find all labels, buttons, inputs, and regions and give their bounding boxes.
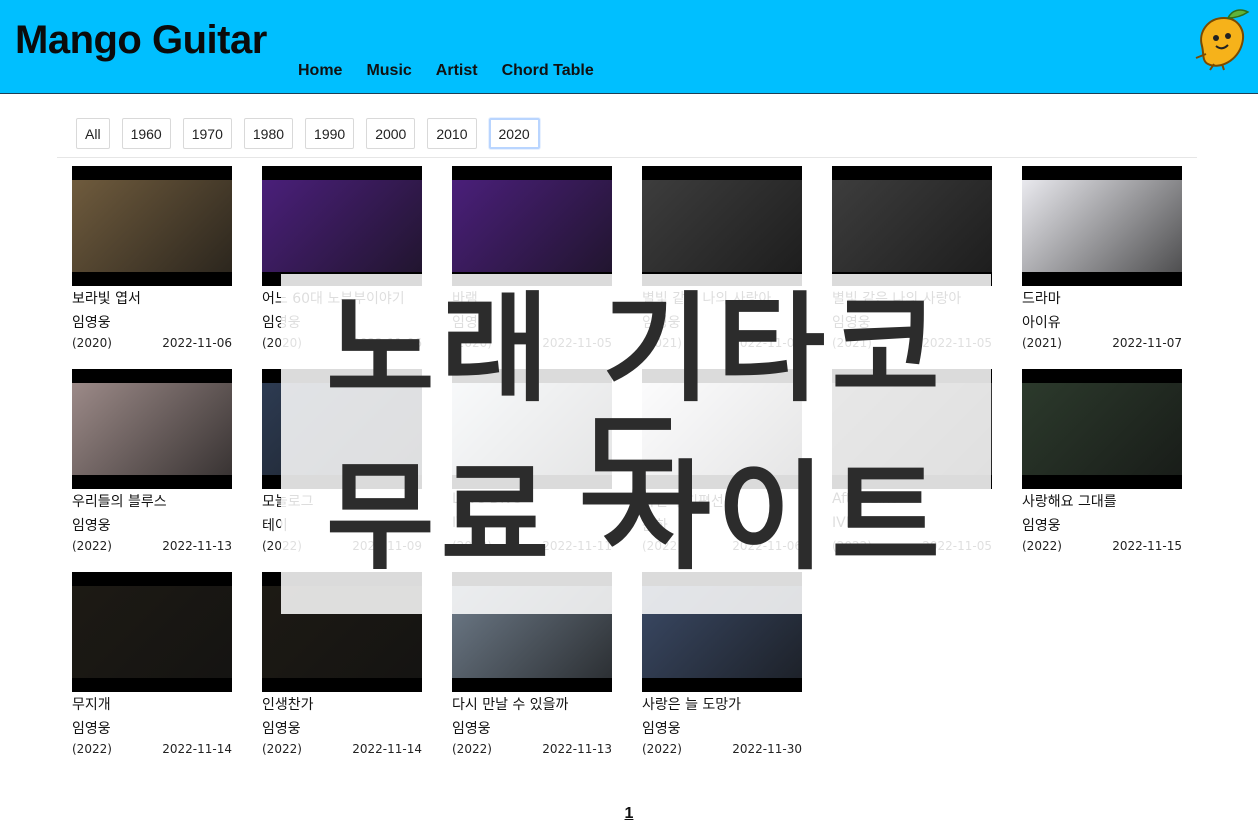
brand-title[interactable]: Mango Guitar (15, 18, 267, 63)
song-title[interactable]: 우리들의 블루스 (72, 491, 167, 511)
filter-2020[interactable]: 2020 (488, 118, 540, 149)
song-thumbnail[interactable] (72, 572, 232, 692)
song-thumbnail[interactable] (452, 166, 612, 286)
filter-1980[interactable]: 1980 (243, 118, 294, 149)
song-date: 2022-11-13 (542, 742, 612, 756)
song-thumbnail[interactable] (262, 166, 422, 286)
song-year: (2020) (72, 336, 112, 350)
thumbnail-image (1022, 180, 1182, 272)
filter-1990[interactable]: 1990 (305, 118, 355, 149)
song-meta: (2022) 2022-11-13 (72, 539, 232, 553)
song-thumbnail[interactable] (832, 166, 992, 286)
song-card[interactable]: 무지개임영웅 (2022) 2022-11-14 (72, 572, 232, 762)
song-artist[interactable]: 임영웅 (642, 718, 681, 738)
song-thumbnail[interactable] (72, 369, 232, 489)
song-year: (2022) (72, 742, 112, 756)
song-thumbnail[interactable] (1022, 166, 1182, 286)
thumbnail-image (1022, 383, 1182, 475)
song-year: (2022) (452, 742, 492, 756)
song-date: 2022-11-14 (162, 742, 232, 756)
song-title[interactable]: 무지개 (72, 694, 111, 714)
site-header: Mango Guitar Home Music Artist Chord Tab… (0, 0, 1258, 94)
promo-line-2: 무료 사이트 (326, 448, 946, 586)
song-artist[interactable]: 임영웅 (262, 718, 301, 738)
song-artist[interactable]: 아이유 (1022, 312, 1061, 332)
song-meta: (2022) 2022-11-14 (72, 742, 232, 756)
song-card[interactable]: 드라마아이유 (2021) 2022-11-07 (1022, 166, 1182, 356)
song-date: 2022-11-30 (732, 742, 802, 756)
thumbnail-image (72, 180, 232, 272)
thumbnail-image (72, 383, 232, 475)
song-title[interactable]: 드라마 (1022, 288, 1061, 308)
filter-1960[interactable]: 1960 (121, 118, 171, 149)
song-artist[interactable]: 임영웅 (72, 312, 111, 332)
song-year: (2022) (1022, 539, 1062, 553)
nav-chord-table[interactable]: Chord Table (502, 62, 594, 80)
promo-overlay: 노래 기타코드 무료 사이트 (281, 274, 991, 614)
song-title[interactable]: 보라빛 엽서 (72, 288, 141, 308)
nav-home[interactable]: Home (298, 62, 342, 80)
page-1-link[interactable]: 1 (625, 805, 634, 822)
song-date: 2022-11-06 (162, 336, 232, 350)
filter-1970[interactable]: 1970 (182, 118, 232, 149)
filter-2000[interactable]: 2000 (366, 118, 416, 149)
thumbnail-image (452, 180, 612, 272)
song-card[interactable]: 보라빛 엽서임영웅 (2020) 2022-11-06 (72, 166, 232, 356)
song-meta: (2022) 2022-11-15 (1022, 539, 1182, 553)
song-date: 2022-11-14 (352, 742, 422, 756)
song-title[interactable]: 다시 만날 수 있을까 (452, 694, 568, 714)
song-year: (2021) (1022, 336, 1062, 350)
thumbnail-image (642, 180, 802, 272)
song-year: (2022) (262, 742, 302, 756)
song-date: 2022-11-15 (1112, 539, 1182, 553)
main-nav: Home Music Artist Chord Table (298, 62, 594, 80)
filter-2010[interactable]: 2010 (427, 118, 477, 149)
song-artist[interactable]: 임영웅 (1022, 515, 1061, 535)
thumbnail-image (72, 586, 232, 678)
song-artist[interactable]: 임영웅 (72, 515, 111, 535)
song-title[interactable]: 인생찬가 (262, 694, 314, 714)
song-title[interactable]: 사랑은 늘 도망가 (642, 694, 741, 714)
song-artist[interactable]: 임영웅 (452, 718, 491, 738)
song-year: (2022) (642, 742, 682, 756)
thumbnail-image (832, 180, 992, 272)
mango-mascot-icon[interactable] (1188, 6, 1252, 72)
pagination: 1 (0, 803, 1258, 823)
song-meta: (2021) 2022-11-07 (1022, 336, 1182, 350)
song-year: (2022) (72, 539, 112, 553)
nav-music[interactable]: Music (366, 62, 411, 80)
song-date: 2022-11-07 (1112, 336, 1182, 350)
song-meta: (2022) 2022-11-30 (642, 742, 802, 756)
song-thumbnail[interactable] (642, 166, 802, 286)
song-thumbnail[interactable] (1022, 369, 1182, 489)
song-meta: (2022) 2022-11-13 (452, 742, 612, 756)
thumbnail-image (262, 180, 422, 272)
filter-all[interactable]: All (76, 118, 110, 149)
decade-filters: All 1960 1970 1980 1990 2000 2010 2020 (76, 118, 540, 149)
song-thumbnail[interactable] (72, 166, 232, 286)
song-date: 2022-11-13 (162, 539, 232, 553)
filter-divider (57, 157, 1197, 158)
song-meta: (2020) 2022-11-06 (72, 336, 232, 350)
song-card[interactable]: 사랑해요 그대를임영웅 (2022) 2022-11-15 (1022, 369, 1182, 559)
song-card[interactable]: 우리들의 블루스임영웅 (2022) 2022-11-13 (72, 369, 232, 559)
song-title[interactable]: 사랑해요 그대를 (1022, 491, 1117, 511)
song-artist[interactable]: 임영웅 (72, 718, 111, 738)
nav-artist[interactable]: Artist (436, 62, 478, 80)
song-meta: (2022) 2022-11-14 (262, 742, 422, 756)
